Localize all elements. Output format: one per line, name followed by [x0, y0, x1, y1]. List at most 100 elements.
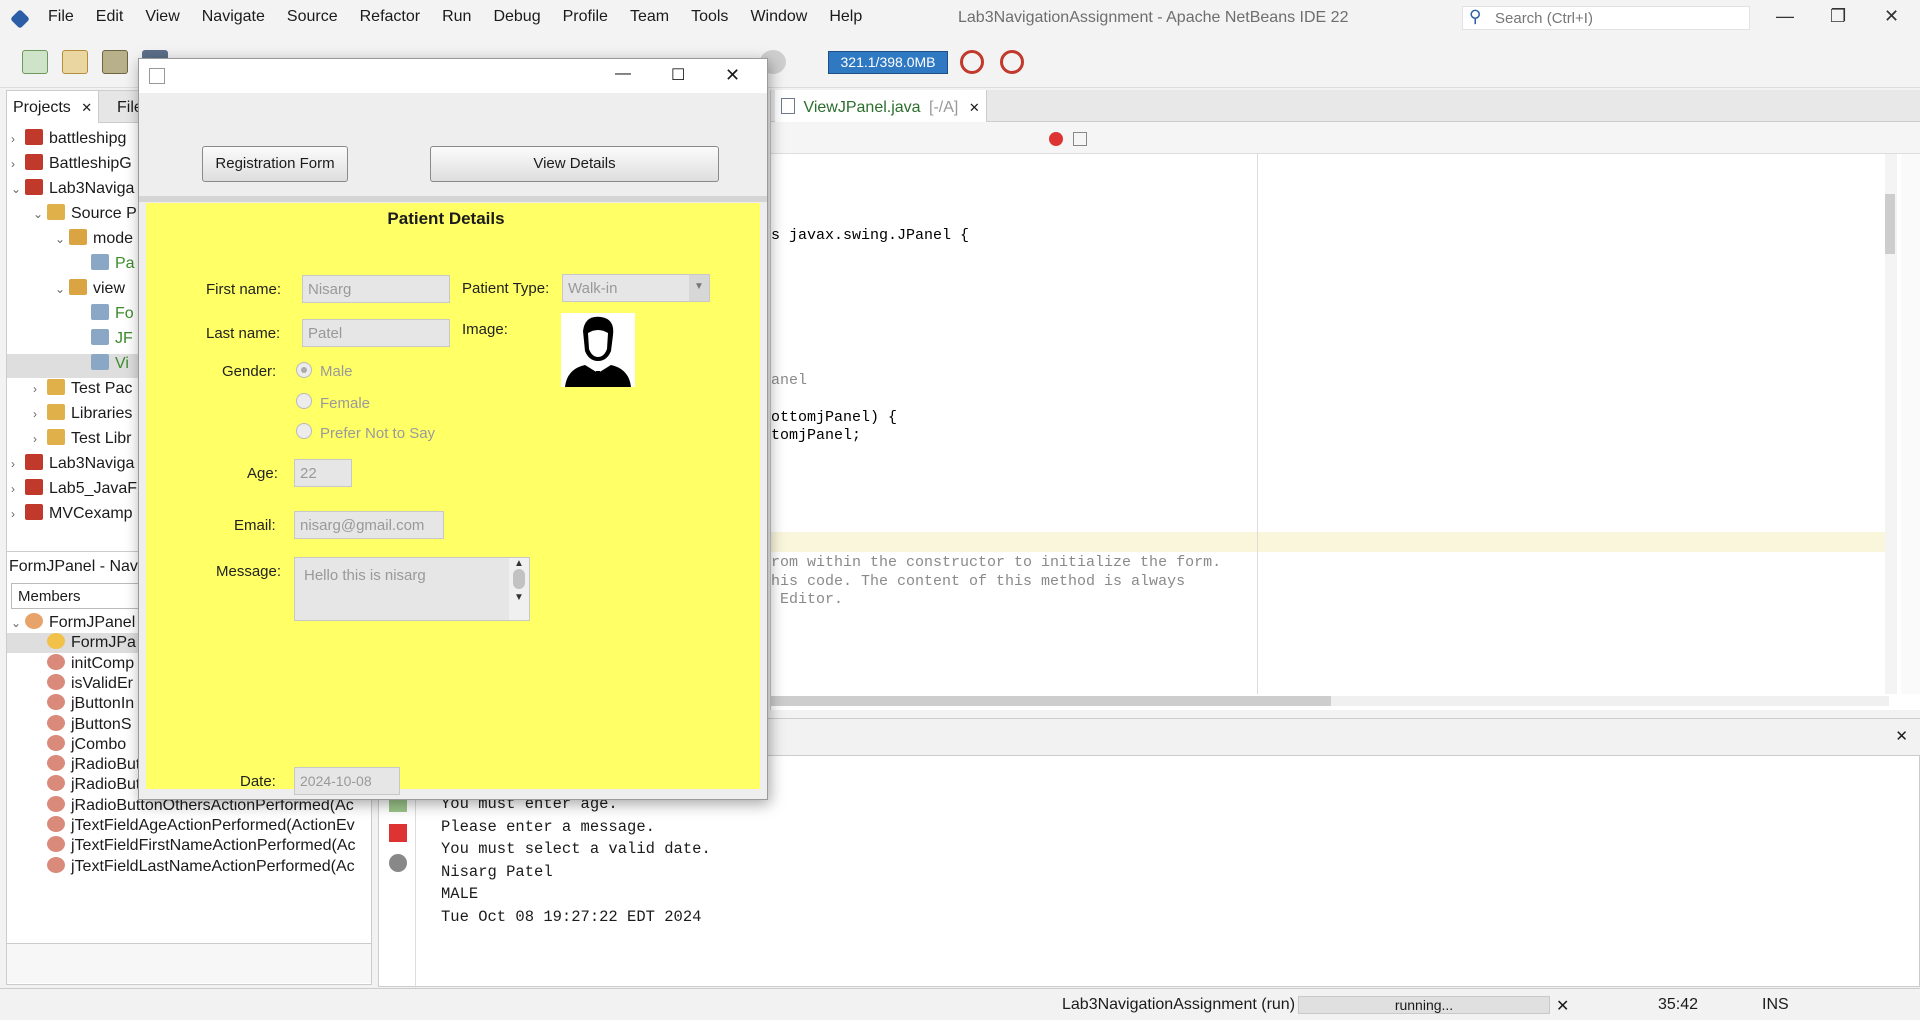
chevron-down-icon[interactable]: ⌄: [55, 282, 69, 296]
search-input[interactable]: ⚲ Search (Ctrl+I): [1462, 6, 1750, 30]
cancel-progress-icon[interactable]: ✕: [1556, 996, 1569, 1016]
members-filter-label: Members: [18, 588, 81, 605]
progress-bar: running...: [1298, 996, 1550, 1014]
navigator-member-item[interactable]: jTextFieldAgeActionPerformed(ActionEv: [7, 816, 373, 836]
java-file-icon: [91, 329, 109, 345]
chevron-right-icon[interactable]: ›: [33, 407, 47, 421]
menu-source[interactable]: Source: [287, 8, 338, 26]
stop-icon[interactable]: [389, 824, 407, 842]
date-field[interactable]: 2024-10-08: [294, 767, 400, 795]
chevron-right-icon[interactable]: ›: [11, 157, 25, 171]
view-details-button[interactable]: View Details: [430, 146, 719, 182]
menu-file[interactable]: File: [48, 8, 74, 26]
patient-dialog: — ☐ ✕ Registration Form View Details Pat…: [138, 58, 768, 800]
open-project-icon[interactable]: [102, 50, 128, 74]
dialog-titlebar: — ☐ ✕: [139, 59, 767, 93]
dialog-maximize-button[interactable]: ☐: [671, 65, 685, 85]
message-textarea[interactable]: Hello this is nisarg ▲ ▼: [294, 557, 530, 621]
close-output-icon[interactable]: ✕: [1895, 727, 1908, 745]
method-icon: [47, 694, 65, 711]
chevron-right-icon[interactable]: ›: [11, 507, 25, 521]
chevron-right-icon[interactable]: ›: [11, 457, 25, 471]
tab-viewjpanel[interactable]: ViewJPanel.java [-/A] ✕: [775, 90, 987, 122]
message-scrollbar[interactable]: ▲ ▼: [509, 558, 529, 620]
last-name-field[interactable]: Patel: [302, 319, 450, 347]
patient-type-select[interactable]: Walk-in ▼: [562, 274, 710, 302]
navigator-member-label: jTextFieldFirstNameActionPerformed(Ac: [71, 837, 356, 855]
chevron-down-icon: ▼: [689, 275, 709, 301]
settings-icon[interactable]: [389, 854, 407, 872]
first-name-field[interactable]: Nisarg: [302, 275, 450, 303]
class-icon: [25, 613, 43, 629]
gender-female-radio[interactable]: [296, 393, 312, 409]
project-icon: [25, 479, 43, 495]
maximize-button[interactable]: ❐: [1830, 6, 1846, 27]
dialog-minimize-button[interactable]: —: [615, 65, 631, 83]
chevron-right-icon[interactable]: ›: [11, 132, 25, 146]
new-project-icon[interactable]: [62, 50, 88, 74]
code-area[interactable]: s javax.swing.JPanel {anel ottomjPanel) {…: [771, 154, 1889, 694]
chevron-right-icon[interactable]: ›: [33, 382, 47, 396]
method-icon: [47, 633, 65, 650]
breakpoint-icon[interactable]: [1049, 132, 1063, 146]
method-icon: [47, 795, 65, 812]
current-line-highlight: [771, 532, 1889, 552]
close-icon[interactable]: ✕: [81, 100, 92, 115]
editor-h-scrollbar[interactable]: [771, 696, 1889, 706]
new-file-icon[interactable]: [22, 50, 48, 74]
tab-projects[interactable]: Projects ✕: [7, 91, 100, 123]
gender-other-radio[interactable]: [296, 423, 312, 439]
last-name-label: Last name:: [206, 325, 281, 342]
folder-icon: [47, 429, 65, 445]
age-label: Age:: [247, 465, 278, 482]
menu-view[interactable]: View: [145, 8, 179, 26]
menu-edit[interactable]: Edit: [96, 8, 124, 26]
message-label: Message:: [216, 563, 282, 580]
menu-tools[interactable]: Tools: [691, 8, 728, 26]
code-line: tomjPanel;: [771, 427, 862, 444]
navigator-member-item[interactable]: jTextFieldFirstNameActionPerformed(Ac: [7, 836, 373, 856]
email-field[interactable]: nisarg@gmail.com: [294, 511, 444, 539]
chevron-right-icon[interactable]: ›: [33, 432, 47, 446]
menu-profile[interactable]: Profile: [563, 8, 608, 26]
chevron-down-icon[interactable]: ⌄: [55, 232, 69, 246]
status-bar: Lab3NavigationAssignment (run) running..…: [0, 988, 1920, 1020]
gender-other-label: Prefer Not to Say: [320, 425, 436, 442]
close-window-button[interactable]: ✕: [1884, 6, 1899, 27]
project-tree-item-label: Pa: [115, 255, 135, 272]
menu-refactor[interactable]: Refactor: [360, 8, 420, 26]
menu-window[interactable]: Window: [750, 8, 807, 26]
code-line: rom within the constructor to initialize…: [771, 554, 1222, 572]
gender-male-radio[interactable]: [296, 362, 312, 378]
java-file-icon: [91, 254, 109, 270]
output-line: You must select a valid date.: [441, 840, 711, 858]
menu-debug[interactable]: Debug: [493, 8, 540, 26]
menu-navigate[interactable]: Navigate: [202, 8, 265, 26]
output-line: Tue Oct 08 19:27:22 EDT 2024: [441, 907, 702, 926]
stop-macro-icon[interactable]: [1073, 132, 1087, 146]
chevron-down-icon[interactable]: ⌄: [11, 616, 25, 630]
memory-indicator[interactable]: 321.1/398.0MB: [828, 51, 948, 74]
patient-avatar: [561, 313, 635, 387]
registration-form-button[interactable]: Registration Form: [202, 146, 348, 182]
minimize-button[interactable]: —: [1776, 6, 1794, 27]
navigator-member-item[interactable]: jTextFieldLastNameActionPerformed(Ac: [7, 856, 373, 877]
chevron-down-icon[interactable]: ⌄: [11, 182, 25, 196]
menu-help[interactable]: Help: [829, 8, 862, 26]
close-icon[interactable]: ✕: [969, 100, 980, 115]
project-icon: [25, 179, 43, 195]
netbeans-logo-icon: [10, 9, 30, 29]
chevron-right-icon[interactable]: ›: [11, 482, 25, 496]
profile-icon[interactable]: [1000, 50, 1024, 74]
dialog-close-button[interactable]: ✕: [725, 65, 740, 86]
menu-run[interactable]: Run: [442, 8, 471, 26]
navigator-member-label: FormJPanel: [49, 614, 136, 631]
split-divider[interactable]: [139, 196, 767, 202]
age-field[interactable]: 22: [294, 459, 352, 487]
method-icon: [47, 734, 65, 751]
menu-team[interactable]: Team: [630, 8, 669, 26]
chevron-down-icon[interactable]: ⌄: [33, 207, 47, 221]
java-cup-icon: [149, 68, 165, 84]
gc-icon[interactable]: [960, 50, 984, 74]
editor-v-scrollbar[interactable]: [1885, 154, 1897, 694]
